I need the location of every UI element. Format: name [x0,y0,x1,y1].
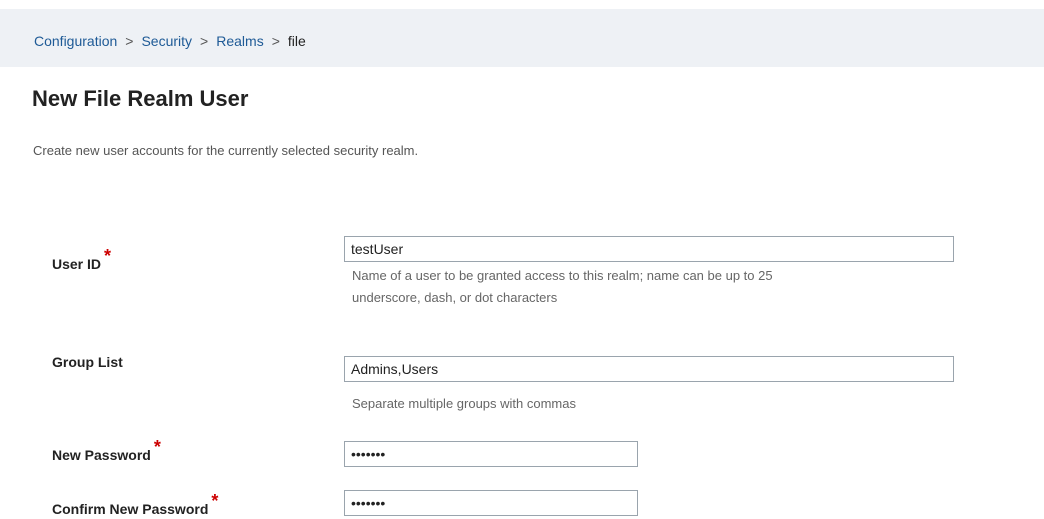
breadcrumb-separator: > [200,33,209,49]
confirm-password-field[interactable] [344,490,638,516]
user-id-help: Name of a user to be granted access to t… [352,265,773,309]
confirm-password-label: Confirm New Password * [52,491,218,519]
confirm-password-label-text: Confirm New Password [52,501,209,517]
required-icon: * [153,437,161,457]
new-password-label: New Password * [52,437,161,465]
breadcrumb-separator: > [271,33,280,49]
breadcrumb-link-realms[interactable]: Realms [216,33,263,49]
page-description: Create new user accounts for the current… [33,143,419,158]
required-icon: * [104,246,112,266]
user-id-field[interactable] [344,236,954,262]
user-id-help-line-2: underscore, dash, or dot characters [352,290,558,305]
breadcrumb-link-security[interactable]: Security [141,33,192,49]
breadcrumb-link-configuration[interactable]: Configuration [34,33,117,49]
group-list-help: Separate multiple groups with commas [352,396,576,411]
user-id-label: User ID * [52,246,111,274]
breadcrumb-bar: Configuration > Security > Realms > file [0,9,1044,67]
group-list-label-text: Group List [52,354,123,370]
breadcrumb-separator: > [125,33,134,49]
user-id-label-text: User ID [52,256,102,272]
required-icon: * [211,491,219,511]
breadcrumb: Configuration > Security > Realms > file [34,33,306,49]
breadcrumb-current: file [287,33,306,49]
group-list-field[interactable] [344,356,954,382]
page-title: New File Realm User [32,86,249,111]
group-list-label: Group List [52,354,123,370]
new-password-field[interactable] [344,441,638,467]
user-id-help-line-1: Name of a user to be granted access to t… [352,268,773,283]
new-password-label-text: New Password [52,447,151,463]
